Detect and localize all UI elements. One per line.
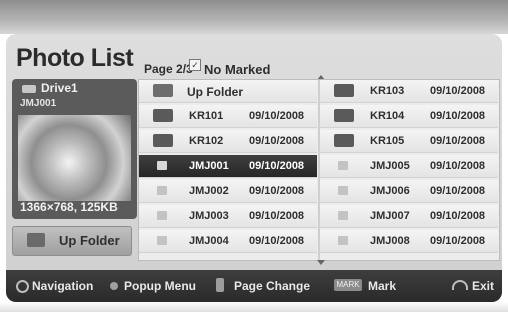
item-name: JMJ003 [189, 210, 229, 222]
scroll-down-icon[interactable] [317, 260, 325, 265]
item-date: 09/10/2008 [430, 185, 486, 197]
up-folder-button[interactable]: Up Folder [12, 226, 132, 256]
item-date: 09/10/2008 [249, 235, 305, 247]
right-column: KR103 09/10/2008 KR104 09/10/2008 KR105 … [320, 80, 498, 260]
list-item[interactable]: JMJ003 09/10/2008 [139, 205, 317, 228]
list-item[interactable]: JMJ007 09/10/2008 [320, 205, 498, 228]
item-date: 09/10/2008 [430, 210, 486, 222]
preview-file-name: JMJ001 [20, 98, 57, 109]
folder-icon [334, 84, 354, 97]
marked-status: No Marked [204, 62, 271, 77]
folder-icon [153, 84, 173, 97]
item-name: JMJ006 [370, 185, 410, 197]
item-name: KR102 [189, 135, 224, 147]
bottom-background [0, 302, 508, 312]
mark-label[interactable]: Mark [368, 279, 396, 293]
list-item[interactable]: JMJ002 09/10/2008 [139, 180, 317, 203]
photo-thumbnail [18, 115, 131, 201]
item-name: JMJ005 [370, 160, 410, 172]
file-icon [338, 186, 348, 195]
folder-icon [334, 109, 354, 122]
item-date: 09/10/2008 [249, 185, 305, 197]
tv-screen: Photo List Page 2/3 ✓ No Marked Drive1 J… [0, 0, 508, 312]
item-name: KR103 [370, 85, 405, 97]
drive-label: Drive1 [41, 81, 78, 95]
list-item-up-folder[interactable]: Up Folder [139, 80, 317, 103]
drive-icon [22, 85, 36, 93]
page-indicator: Page 2/3 [144, 62, 193, 76]
preview-pane: Drive1 JMJ001 1366×768, 125KB [12, 79, 137, 219]
list-item[interactable]: KR102 09/10/2008 [139, 130, 317, 153]
checkbox-icon: ✓ [189, 59, 201, 71]
list-item[interactable]: KR104 09/10/2008 [320, 105, 498, 128]
page-title: Photo List [16, 44, 134, 72]
item-name: JMJ002 [189, 185, 229, 197]
list-item[interactable]: JMJ006 09/10/2008 [320, 180, 498, 203]
navigation-label: Navigation [32, 279, 94, 293]
file-grid: Up Folder KR101 09/10/2008 KR102 09/10/2… [138, 79, 500, 261]
item-name: Up Folder [187, 85, 243, 99]
folder-icon [153, 109, 173, 122]
file-icon [338, 161, 348, 170]
list-item[interactable]: JMJ008 09/10/2008 [320, 230, 498, 253]
top-background [0, 0, 508, 34]
item-name: JMJ004 [189, 235, 229, 247]
item-date: 09/10/2008 [249, 160, 305, 172]
up-folder-label: Up Folder [59, 233, 120, 248]
photo-list-panel: Photo List Page 2/3 ✓ No Marked Drive1 J… [6, 34, 502, 302]
item-date: 09/10/2008 [430, 235, 486, 247]
file-icon [157, 236, 167, 245]
file-icon [338, 211, 348, 220]
item-name: KR105 [370, 135, 405, 147]
item-date: 09/10/2008 [430, 110, 486, 122]
item-name: JMJ001 [189, 160, 229, 172]
list-item[interactable]: KR105 09/10/2008 [320, 130, 498, 153]
folder-icon [334, 134, 354, 147]
popup-menu-label[interactable]: Popup Menu [124, 279, 196, 293]
file-icon [157, 161, 167, 170]
item-date: 09/10/2008 [249, 110, 305, 122]
file-icon [157, 211, 167, 220]
page-change-label[interactable]: Page Change [234, 279, 310, 293]
control-footer: Navigation Popup Menu Page Change MARK M… [6, 270, 502, 302]
item-name: JMJ007 [370, 210, 410, 222]
left-column: Up Folder KR101 09/10/2008 KR102 09/10/2… [139, 80, 317, 260]
item-date: 09/10/2008 [430, 135, 486, 147]
navigation-icon [16, 280, 29, 293]
list-item[interactable]: KR101 09/10/2008 [139, 105, 317, 128]
item-name: KR104 [370, 110, 405, 122]
photo-resolution: 1366×768, 125KB [20, 200, 118, 214]
list-item-selected[interactable]: JMJ001 09/10/2008 [139, 155, 317, 178]
item-date: 09/10/2008 [430, 85, 486, 97]
exit-label[interactable]: Exit [472, 279, 494, 293]
folder-icon [153, 134, 173, 147]
list-item[interactable]: JMJ004 09/10/2008 [139, 230, 317, 253]
page-change-icon [216, 278, 224, 292]
file-icon [338, 236, 348, 245]
list-item[interactable]: KR103 09/10/2008 [320, 80, 498, 103]
item-name: KR101 [189, 110, 224, 122]
item-date: 09/10/2008 [430, 160, 486, 172]
up-folder-icon [27, 233, 45, 247]
item-date: 09/10/2008 [249, 135, 305, 147]
item-name: JMJ008 [370, 235, 410, 247]
item-date: 09/10/2008 [249, 210, 305, 222]
exit-icon [452, 280, 468, 290]
list-item[interactable]: JMJ005 09/10/2008 [320, 155, 498, 178]
file-icon [157, 186, 167, 195]
mark-button-icon: MARK [334, 279, 362, 291]
popup-menu-icon [110, 282, 118, 290]
